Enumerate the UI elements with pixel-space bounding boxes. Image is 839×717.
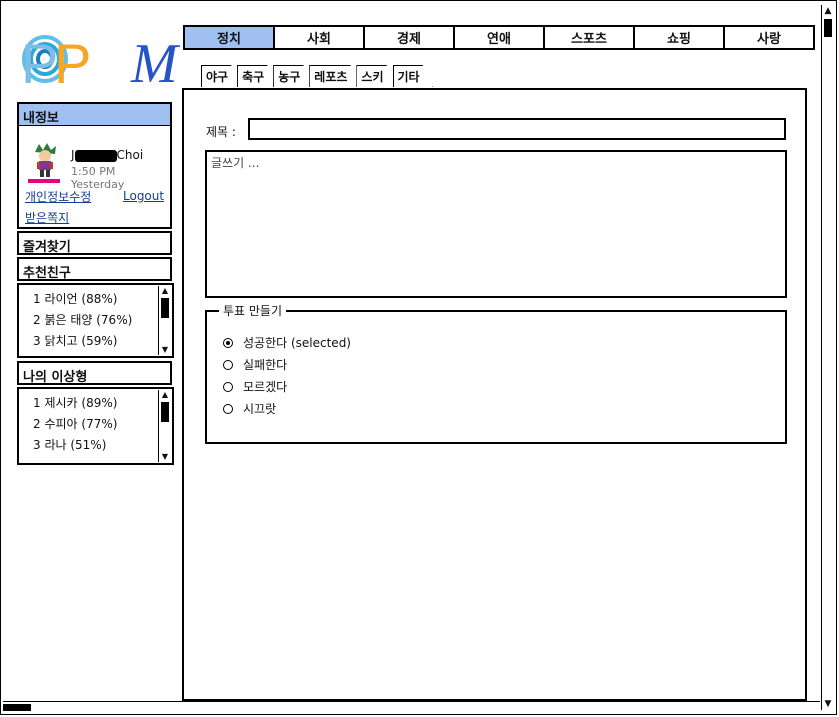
scroll-down-icon[interactable]: ▼ <box>822 698 834 710</box>
poll-legend: 투표 만들기 <box>219 302 287 319</box>
subtab-baseball[interactable]: 야구 <box>201 65 241 87</box>
subtab-ski[interactable]: 스키 <box>356 65 396 87</box>
list-scrollbar[interactable]: ▲ ▼ <box>158 390 171 462</box>
list-item[interactable]: 1 라이언 (88%) <box>33 289 172 310</box>
recommended-friends-panel: 추천친구 <box>17 257 172 281</box>
tab-economy[interactable]: 경제 <box>363 25 455 50</box>
logo-letter-m: M <box>131 33 178 95</box>
title-input[interactable] <box>248 118 786 140</box>
received-messages-link[interactable]: 받은쪽지 <box>25 209 69 226</box>
poll-option-noisy[interactable]: 시끄랏 <box>223 400 276 417</box>
poll-option-label: 시끄랏 <box>243 402 277 416</box>
avatar-status-bar <box>28 179 60 183</box>
list-item[interactable]: 3 라나 (51%) <box>33 435 172 456</box>
logo-letter-p2: P <box>54 32 92 95</box>
subtab-leisure-sports[interactable]: 레포츠 <box>309 65 360 87</box>
subtab-basketball[interactable]: 농구 <box>273 65 313 87</box>
radio-selected-icon[interactable] <box>223 337 233 348</box>
list-item[interactable]: 2 붉은 태양 (76%) <box>33 310 172 331</box>
poll-option-label: 실패한다 <box>243 358 288 372</box>
ppom-logo[interactable]: P P M <box>21 32 178 95</box>
tab-shopping[interactable]: 쇼핑 <box>633 25 725 50</box>
poll-option-label: 성공한다 (selected) <box>243 336 351 350</box>
radio-icon[interactable] <box>223 403 233 414</box>
scroll-up-icon[interactable]: ▲ <box>159 390 171 400</box>
ideal-type-header: 나의 이상형 <box>23 370 88 385</box>
recommended-friends-header: 추천친구 <box>23 266 71 281</box>
window-vertical-scrollbar[interactable]: ▲ ▼ <box>821 5 834 710</box>
scroll-up-icon[interactable]: ▲ <box>822 5 834 17</box>
tab-politics[interactable]: 정치 <box>183 25 275 50</box>
list-scrollbar[interactable]: ▲ ▼ <box>158 286 171 355</box>
scroll-thumb[interactable] <box>3 704 31 711</box>
radio-icon[interactable] <box>223 381 233 392</box>
poll-fieldset: 투표 만들기 성공한다 (selected) 실패한다 모르겠다 시끄랏 <box>205 302 787 444</box>
poll-option-fail[interactable]: 실패한다 <box>223 356 287 373</box>
scroll-down-icon[interactable]: ▼ <box>159 345 171 355</box>
tab-dating[interactable]: 연애 <box>453 25 545 50</box>
list-item[interactable]: 1 제시카 (89%) <box>33 393 172 414</box>
list-item[interactable]: 3 닭치고 (59%) <box>33 331 172 352</box>
logout-link[interactable]: Logout <box>123 189 164 203</box>
subtab-etc[interactable]: 기타 <box>393 65 433 87</box>
scroll-down-icon[interactable]: ▼ <box>159 452 171 462</box>
poll-option-unknown[interactable]: 모르겠다 <box>223 378 287 395</box>
tab-society[interactable]: 사회 <box>273 25 365 50</box>
subtab-soccer[interactable]: 축구 <box>237 65 277 87</box>
app-window: P P M 내정보 J Choi 1:50 PM Yesterday 개인정보수정… <box>0 0 837 715</box>
scroll-thumb[interactable] <box>161 402 169 422</box>
poll-option-label: 모르겠다 <box>243 380 288 394</box>
post-form-panel: 제목 : 글쓰기 ... 투표 만들기 성공한다 (selected) 실패한다… <box>182 88 807 701</box>
scroll-thumb[interactable] <box>824 19 832 37</box>
user-name: J Choi <box>71 148 143 162</box>
title-label: 제목 : <box>206 125 236 139</box>
edit-profile-link[interactable]: 개인정보수정 <box>25 188 91 205</box>
poll-option-success[interactable]: 성공한다 (selected) <box>223 334 351 351</box>
favorites-header[interactable]: 즐겨찾기 <box>19 233 170 255</box>
redaction-mark <box>74 149 117 162</box>
subcategory-tabs: 야구 축구 농구 레포츠 스키 기타 <box>201 65 429 88</box>
profile-panel: 내정보 J Choi 1:50 PM Yesterday 개인정보수정 Logou… <box>17 102 172 229</box>
logo-letter-p1: P <box>21 32 59 95</box>
recommended-friends-list: 1 라이언 (88%) 2 붉은 태양 (76%) 3 닭치고 (59%) ▲ … <box>17 283 174 358</box>
scroll-thumb[interactable] <box>161 298 169 318</box>
window-horizontal-scrollbar[interactable] <box>3 701 820 712</box>
category-tabs: 정치 사회 경제 연애 스포츠 쇼핑 사랑 <box>183 25 815 50</box>
avatar <box>35 143 56 177</box>
favorites-panel[interactable]: 즐겨찾기 <box>17 231 172 255</box>
scroll-up-icon[interactable]: ▲ <box>159 286 171 296</box>
tab-love[interactable]: 사랑 <box>723 25 815 50</box>
tab-sports[interactable]: 스포츠 <box>543 25 635 50</box>
user-name-suffix: Choi <box>116 148 144 162</box>
list-item[interactable]: 2 수피아 (77%) <box>33 414 172 435</box>
content-textarea[interactable]: 글쓰기 ... <box>205 150 787 298</box>
profile-header: 내정보 <box>19 104 170 126</box>
radio-icon[interactable] <box>223 359 233 370</box>
ideal-type-panel: 나의 이상형 <box>17 361 172 385</box>
ideal-type-list: 1 제시카 (89%) 2 수피아 (77%) 3 라나 (51%) ▲ ▼ <box>17 387 174 465</box>
